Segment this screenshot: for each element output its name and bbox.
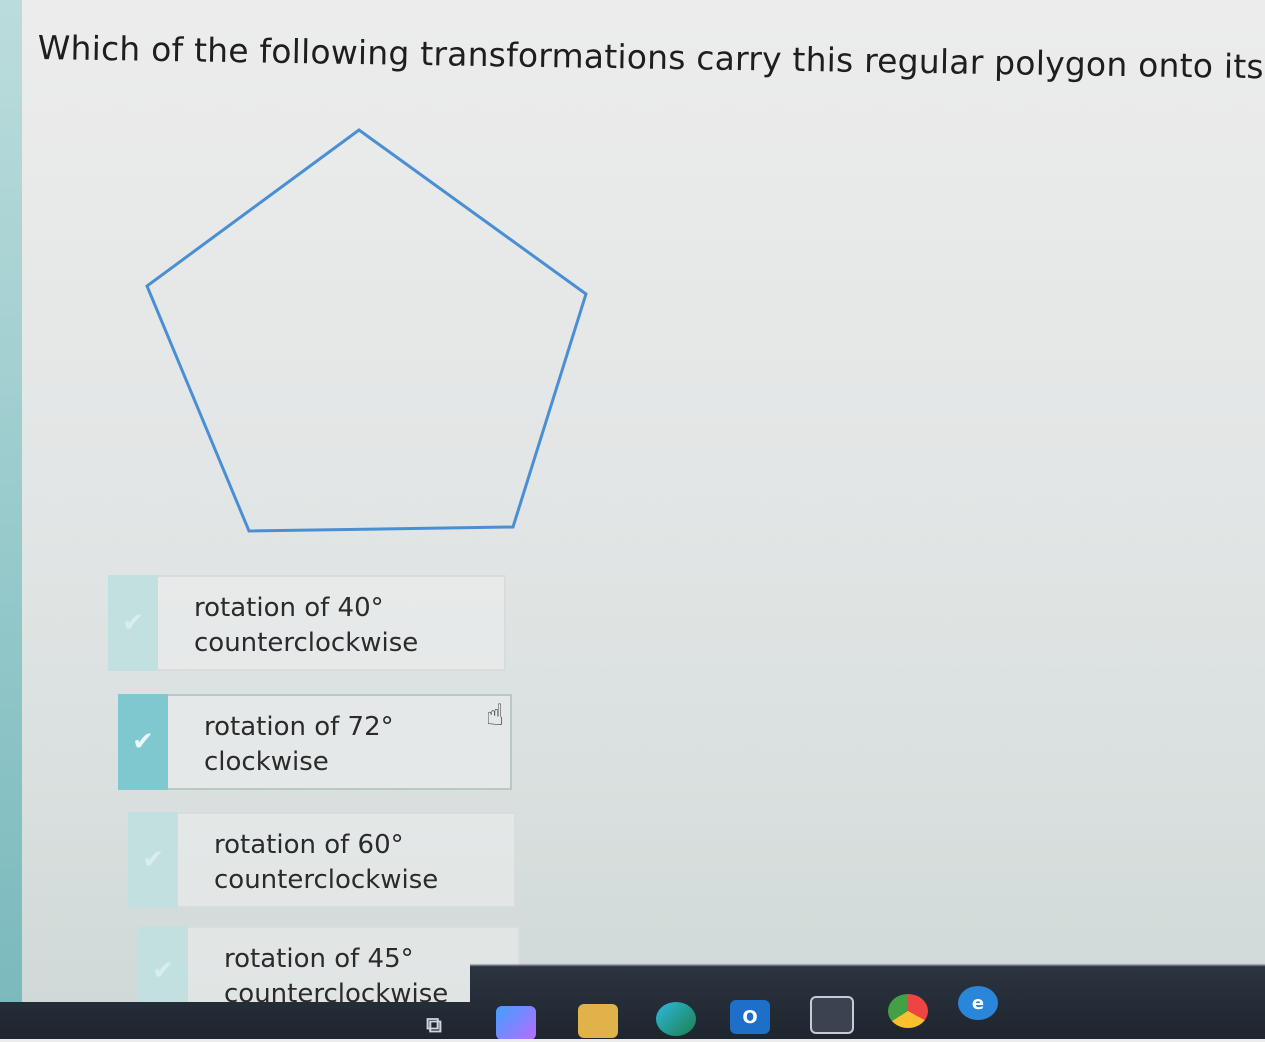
choice-check-tab[interactable]: ✔ (118, 694, 168, 790)
choice-rotation-40-ccw[interactable]: ✔ rotation of 40° counterclockwise (108, 575, 506, 671)
check-icon: ✔ (142, 845, 164, 875)
choice-rotation-72-cw[interactable]: ✔ rotation of 72° clockwise (118, 694, 512, 790)
choice-label: rotation of 40° counterclockwise (194, 593, 419, 658)
chrome-icon[interactable] (888, 994, 928, 1028)
hand-pointer-icon: ☝ (486, 698, 505, 733)
check-icon: ✔ (132, 727, 154, 757)
choice-rotation-60-ccw[interactable]: ✔ rotation of 60° counterclockwise (128, 812, 516, 908)
choice-check-tab[interactable]: ✔ (108, 575, 158, 671)
choice-label: rotation of 60° counterclockwise (214, 830, 439, 895)
store-icon[interactable] (810, 996, 854, 1034)
check-icon: ✔ (152, 956, 174, 986)
choice-label: rotation of 45° counterclockwise (224, 944, 449, 1009)
regular-pentagon (145, 128, 588, 533)
edge-icon[interactable] (656, 1002, 696, 1036)
task-view-icon[interactable]: ⧉ (414, 1008, 454, 1039)
choice-label: rotation of 72° clockwise (204, 712, 394, 777)
copilot-icon[interactable] (496, 1006, 536, 1039)
check-icon: ✔ (122, 608, 144, 638)
choice-check-tab[interactable]: ✔ (128, 812, 178, 908)
ie-icon[interactable]: e (958, 986, 998, 1020)
file-explorer-icon[interactable] (578, 1004, 618, 1038)
outlook-icon[interactable]: O (730, 1000, 770, 1034)
